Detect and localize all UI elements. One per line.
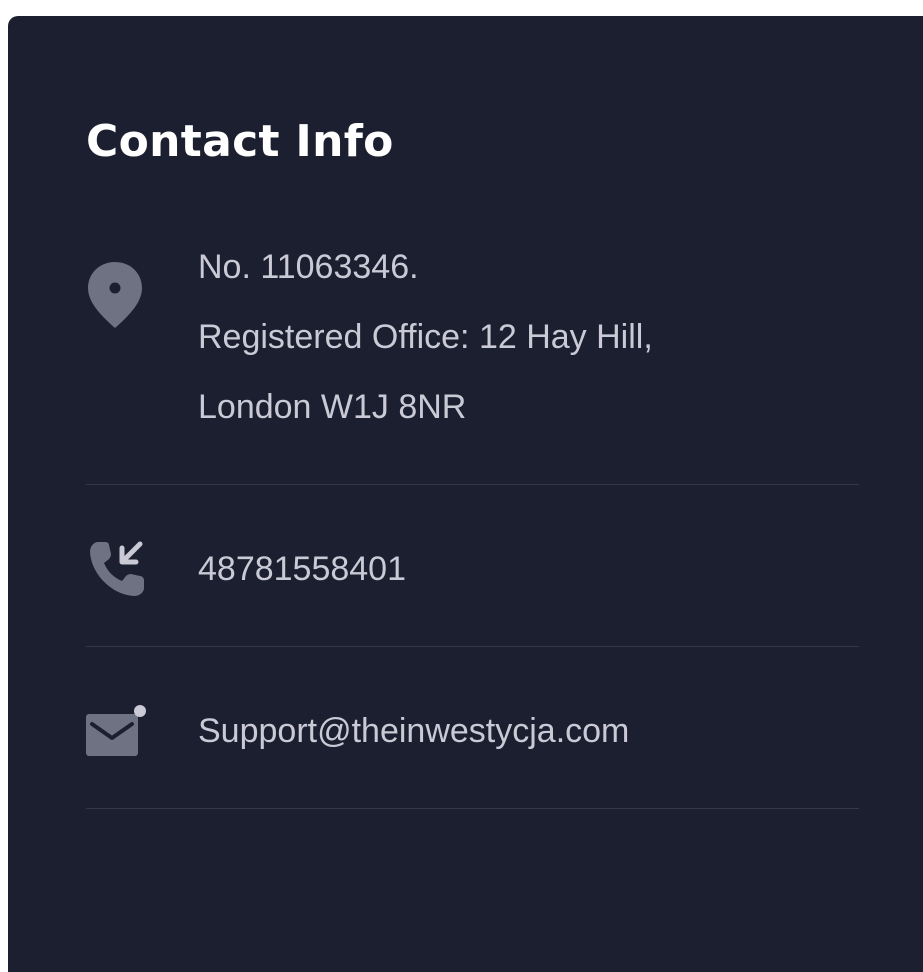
phone-number[interactable]: 48781558401 bbox=[198, 534, 406, 604]
email-row: Support@theinwestycja.com bbox=[86, 696, 859, 766]
divider bbox=[86, 484, 859, 485]
divider bbox=[86, 646, 859, 647]
address-line-2: Registered Office: 12 Hay Hill, bbox=[198, 318, 653, 356]
phone-incoming-icon bbox=[90, 541, 144, 596]
phone-row: 48781558401 bbox=[86, 534, 859, 604]
address-row: No. 11063346. Registered Office: 12 Hay … bbox=[86, 232, 859, 442]
divider bbox=[86, 808, 859, 809]
location-pin-icon bbox=[88, 262, 142, 328]
email-address[interactable]: Support@theinwestycja.com bbox=[198, 696, 629, 766]
mail-icon bbox=[86, 705, 146, 756]
contact-info-title: Contact Info bbox=[86, 116, 394, 167]
address-line-3: London W1J 8NR bbox=[198, 388, 467, 426]
contact-info-card: Contact Info No. 11063346. Registered Of… bbox=[8, 16, 923, 972]
address-line-1: No. 11063346. bbox=[198, 248, 419, 286]
